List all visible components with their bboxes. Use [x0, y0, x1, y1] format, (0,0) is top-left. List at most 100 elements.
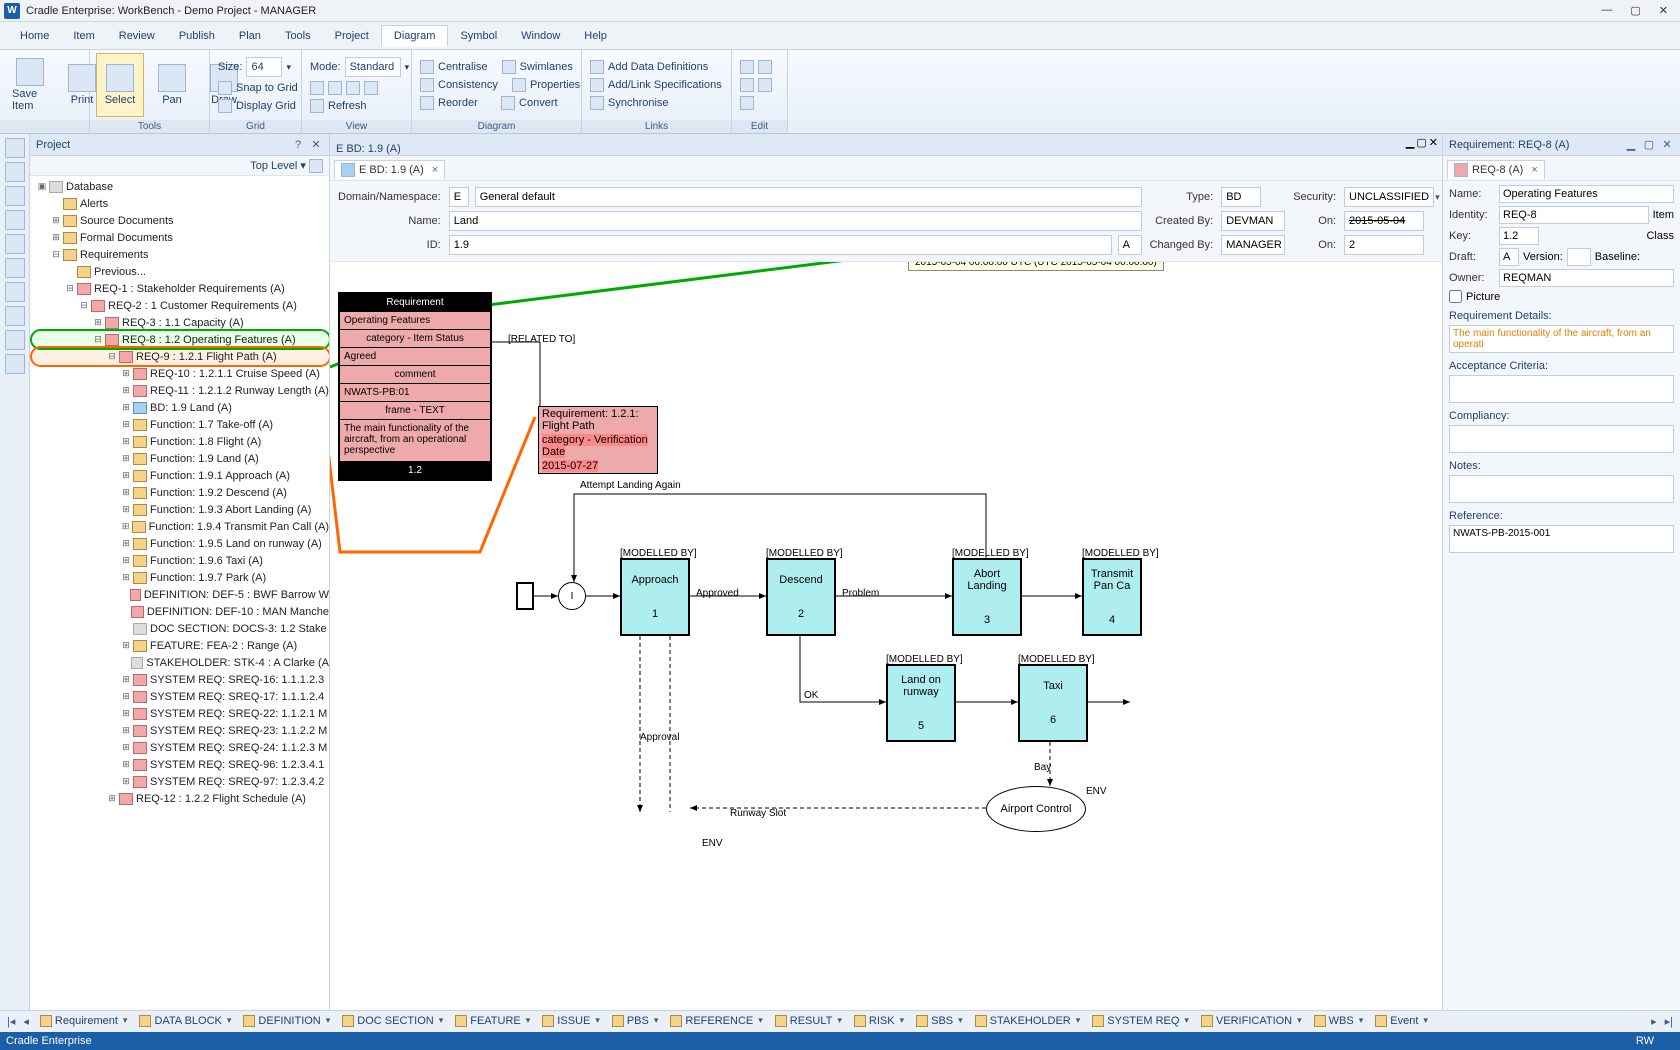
tree-twisty[interactable]: ⊞: [120, 470, 132, 481]
rail-icon-9[interactable]: [5, 354, 25, 374]
pane-close-icon[interactable]: ✕: [309, 138, 323, 152]
tree-twisty[interactable]: ⊞: [120, 402, 132, 413]
tree-twisty[interactable]: ⊞: [120, 759, 132, 770]
tree-node[interactable]: ⊞Function: 1.9.3 Abort Landing (A): [32, 501, 329, 518]
tree-node[interactable]: ⊟REQ-9 : 1.2.1 Flight Path (A): [32, 348, 329, 365]
rail-icon-2[interactable]: [5, 186, 25, 206]
name-field[interactable]: Land: [449, 211, 1142, 231]
tree-node[interactable]: DEFINITION: DEF-5 : BWF Barrow W: [32, 586, 329, 603]
tree-twisty[interactable]: ⊞: [120, 436, 132, 447]
tree-node[interactable]: Alerts: [32, 195, 329, 212]
tree-node[interactable]: ⊞SYSTEM REQ: SREQ-23: 1.1.2.2 M: [32, 722, 329, 739]
acceptance-criteria[interactable]: [1449, 375, 1674, 403]
bottom-tab-event[interactable]: Event▾: [1369, 1014, 1434, 1028]
bottom-tab-doc-section[interactable]: DOC SECTION▾: [336, 1014, 449, 1028]
paste-icon[interactable]: [740, 78, 754, 92]
diagram-canvas[interactable]: 2015-05-04 00:00:00 UTC (UTC 2015-05-04 …: [330, 262, 1442, 1010]
process-abort[interactable]: Abort Landing3: [952, 558, 1022, 636]
entry-bar[interactable]: [516, 582, 534, 610]
picture-checkbox[interactable]: [1449, 290, 1462, 303]
tree-twisty[interactable]: ⊞: [120, 538, 132, 549]
tree-twisty[interactable]: ⊞: [120, 504, 132, 515]
tree-twisty[interactable]: ⊞: [106, 793, 118, 804]
prop-key[interactable]: 1.2: [1499, 227, 1539, 245]
tree-twisty[interactable]: ⊞: [92, 317, 104, 328]
tree-twisty[interactable]: ⊞: [120, 487, 132, 498]
bottom-tab-stakeholder[interactable]: STAKEHOLDER▾: [969, 1014, 1087, 1028]
tree-twisty[interactable]: ⊞: [120, 691, 132, 702]
domain-field[interactable]: E: [449, 187, 469, 207]
tree-node[interactable]: DEFINITION: DEF-10 : MAN Manche: [32, 603, 329, 620]
tree-node[interactable]: ⊞Function: 1.9.6 Taxi (A): [32, 552, 329, 569]
menu-item[interactable]: Item: [61, 26, 106, 46]
tree-node[interactable]: ⊞Function: 1.9.4 Transmit Pan Call (A): [32, 518, 329, 535]
tree-node[interactable]: ⊞BD: 1.9 Land (A): [32, 399, 329, 416]
help-icon[interactable]: ?: [291, 138, 305, 152]
bottom-tab-result[interactable]: RESULT▾: [769, 1014, 848, 1028]
tree-node[interactable]: ⊞REQ-10 : 1.2.1.1 Cruise Speed (A): [32, 365, 329, 382]
tree-twisty[interactable]: ⊟: [92, 334, 104, 345]
bottom-tab-requirement[interactable]: Requirement▾: [34, 1014, 134, 1028]
consistency-button[interactable]: Consistency Properties: [418, 77, 582, 93]
tree-node[interactable]: ⊞SYSTEM REQ: SREQ-24: 1.1.2.3 M: [32, 739, 329, 756]
nav-prev[interactable]: ◂: [20, 1015, 32, 1028]
bottom-tab-reference[interactable]: REFERENCE▾: [664, 1014, 768, 1028]
menu-review[interactable]: Review: [107, 26, 167, 46]
nav-next[interactable]: ▸: [1648, 1015, 1660, 1028]
tree-twisty[interactable]: ⊞: [120, 725, 132, 736]
tree-node[interactable]: ⊞REQ-12 : 1.2.2 Flight Schedule (A): [32, 790, 329, 807]
tree-twisty[interactable]: ⊞: [120, 708, 132, 719]
tree-node[interactable]: ⊞Function: 1.7 Take-off (A): [32, 416, 329, 433]
rail-icon-7[interactable]: [5, 306, 25, 326]
minimize-icon[interactable]: —: [1601, 4, 1612, 17]
tree-twisty[interactable]: ⊟: [106, 351, 118, 362]
tree-twisty[interactable]: ⊞: [120, 521, 131, 532]
tree-node[interactable]: ⊟REQ-1 : Stakeholder Requirements (A): [32, 280, 329, 297]
menu-home[interactable]: Home: [8, 26, 61, 46]
save-item-button[interactable]: Save Item: [6, 53, 54, 117]
tree-node[interactable]: ⊞SYSTEM REQ: SREQ-16: 1.1.1.2.3: [32, 671, 329, 688]
tree-node[interactable]: ⊞Function: 1.9.7 Park (A): [32, 569, 329, 586]
menu-plan[interactable]: Plan: [227, 26, 273, 46]
tree-twisty[interactable]: ⊞: [120, 419, 132, 430]
zoom-fit-icon[interactable]: [346, 81, 360, 95]
bottom-tab-verification[interactable]: VERIFICATION▾: [1195, 1014, 1308, 1028]
select-tool[interactable]: Select: [96, 53, 144, 117]
bottom-tab-feature[interactable]: FEATURE▾: [449, 1014, 536, 1028]
notes[interactable]: [1449, 475, 1674, 503]
tree-node[interactable]: ⊞Function: 1.8 Flight (A): [32, 433, 329, 450]
process-descend[interactable]: Descend2: [766, 558, 836, 636]
bottom-tab-data-block[interactable]: DATA BLOCK▾: [133, 1014, 237, 1028]
add-data-def-button[interactable]: Add Data Definitions: [588, 59, 724, 75]
centralise-button[interactable]: Centralise Swimlanes: [418, 59, 582, 75]
refresh-button[interactable]: Refresh: [308, 98, 411, 114]
menu-window[interactable]: Window: [509, 26, 572, 46]
tree-twisty[interactable]: ⊞: [120, 572, 132, 583]
tab-close-icon[interactable]: ×: [432, 164, 438, 176]
tree-node[interactable]: ⊞Function: 1.9.5 Land on runway (A): [32, 535, 329, 552]
start-node[interactable]: I: [558, 582, 586, 610]
tree-twisty[interactable]: ⊞: [120, 640, 132, 651]
rail-icon-8[interactable]: [5, 330, 25, 350]
tree-node[interactable]: ⊞Function: 1.9.1 Approach (A): [32, 467, 329, 484]
grid-size[interactable]: 64: [246, 57, 282, 77]
menu-tools[interactable]: Tools: [273, 26, 323, 46]
view-mode[interactable]: Standard: [345, 57, 401, 77]
requirement-details[interactable]: The main functionality of the aircraft, …: [1449, 325, 1674, 353]
undo-icon[interactable]: [758, 78, 772, 92]
namespace-field[interactable]: General default: [475, 187, 1142, 207]
refresh-tree-icon[interactable]: [309, 159, 323, 173]
tree-twisty[interactable]: ⊟: [78, 300, 90, 311]
rail-icon-5[interactable]: [5, 258, 25, 278]
process-land[interactable]: Land on runway5: [886, 664, 956, 742]
menu-symbol[interactable]: Symbol: [448, 26, 509, 46]
tree-twisty[interactable]: ⊟: [50, 249, 62, 260]
process-taxi[interactable]: Taxi6: [1018, 664, 1088, 742]
bottom-tab-definition[interactable]: DEFINITION▾: [237, 1014, 336, 1028]
tree-node[interactable]: ⊞SYSTEM REQ: SREQ-97: 1.2.3.4.2: [32, 773, 329, 790]
display-grid[interactable]: Display Grid: [216, 98, 300, 114]
type-field[interactable]: BD: [1221, 187, 1261, 207]
tree-twisty[interactable]: ⊞: [50, 215, 62, 226]
pane-close-icon[interactable]: ✕: [1429, 136, 1438, 149]
tree-node[interactable]: ⊞SYSTEM REQ: SREQ-17: 1.1.1.2.4: [32, 688, 329, 705]
